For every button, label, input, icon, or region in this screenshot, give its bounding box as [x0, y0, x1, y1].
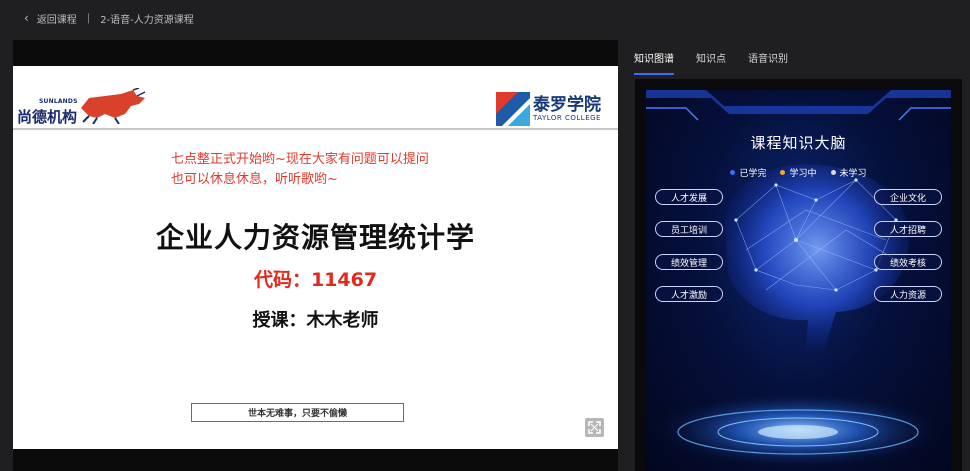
taylor-college-logo: 泰罗学院 TAYLOR COLLEGE — [496, 90, 618, 126]
slide-divider — [13, 128, 618, 130]
course-name: 2-语音-人力资源课程 — [100, 14, 194, 26]
fullscreen-button[interactable] — [585, 418, 604, 437]
notice-line-2: 也可以休息休息，听听歌哟~ — [171, 172, 338, 187]
sunlands-logo-name: 尚德机构 — [17, 108, 78, 126]
expand-icon — [588, 421, 601, 434]
knowledge-legend: 已学完 学习中 未学习 — [646, 166, 951, 179]
back-to-course-link[interactable]: ‹ 返回课程 — [24, 11, 77, 26]
legend-in-progress-dot — [780, 170, 786, 175]
node-employee-training[interactable]: 员工培训 — [655, 221, 723, 237]
top-bar: ‹ 返回课程 | 2-语音-人力资源课程 — [0, 0, 970, 36]
back-label: 返回课程 — [36, 14, 77, 26]
slide-course-title: 企业人力资源管理统计学 — [155, 221, 475, 254]
tab-knowledge-graph[interactable]: 知识图谱 — [634, 50, 674, 75]
legend-completed-dot — [730, 170, 736, 175]
right-panel-tabs: 知识图谱 知识点 语音识别 — [634, 50, 788, 75]
slide-teacher: 授课：木木老师 — [252, 310, 379, 331]
tab-speech-recognition[interactable]: 语音识别 — [748, 50, 788, 75]
node-performance-management[interactable]: 绩效管理 — [655, 254, 723, 270]
legend-not-started: 未学习 — [830, 166, 867, 179]
tab-knowledge-points[interactable]: 知识点 — [696, 50, 726, 75]
video-player[interactable]: SUNLANDS 尚德机构 泰罗学院 TAYLOR COLLEGE 七点整正式开… — [13, 40, 618, 471]
breadcrumb-separator: | — [86, 12, 91, 24]
legend-completed: 已学完 — [730, 166, 766, 179]
slide-header: SUNLANDS 尚德机构 泰罗学院 TAYLOR COLLEGE — [13, 66, 618, 130]
node-talent-incentive[interactable]: 人才激励 — [655, 286, 723, 302]
chevron-left-icon: ‹ — [24, 11, 29, 25]
slide-motto: 世本无难事，只要不偷懒 — [191, 403, 404, 422]
notice-line-1: 七点整正式开始哟~现在大家有问题可以提问 — [171, 152, 429, 167]
taylor-college-emblem-icon — [496, 92, 530, 126]
bull-icon — [81, 88, 146, 124]
sunlands-logo-small-text: SUNLANDS — [39, 98, 78, 105]
taylor-college-en: TAYLOR COLLEGE — [533, 114, 601, 122]
node-performance-appraisal[interactable]: 绩效考核 — [874, 254, 942, 270]
knowledge-brain: 课程知识大脑 已学完 学习中 未学习 人才发展 员工培训 绩效管理 人才激励 企… — [646, 90, 951, 471]
slide-course-code: 代码：11467 — [253, 269, 378, 291]
slide-notice: 七点整正式开始哟~现在大家有问题可以提问 也可以休息休息，听听歌哟~ — [171, 150, 429, 190]
node-human-resources[interactable]: 人力资源 — [874, 286, 942, 302]
knowledge-graph-panel: 课程知识大脑 已学完 学习中 未学习 人才发展 员工培训 绩效管理 人才激励 企… — [635, 79, 962, 471]
taylor-college-name: 泰罗学院 — [533, 95, 601, 115]
lecture-slide: SUNLANDS 尚德机构 泰罗学院 TAYLOR COLLEGE 七点整正式开… — [13, 66, 618, 449]
knowledge-graph-title: 课程知识大脑 — [750, 134, 847, 152]
legend-not-started-dot — [830, 170, 836, 175]
node-talent-recruitment[interactable]: 人才招聘 — [874, 221, 942, 237]
legend-in-progress: 学习中 — [780, 166, 817, 179]
sunlands-logo: SUNLANDS 尚德机构 — [17, 88, 147, 128]
node-talent-development[interactable]: 人才发展 — [655, 189, 723, 205]
node-corporate-culture[interactable]: 企业文化 — [874, 189, 942, 205]
